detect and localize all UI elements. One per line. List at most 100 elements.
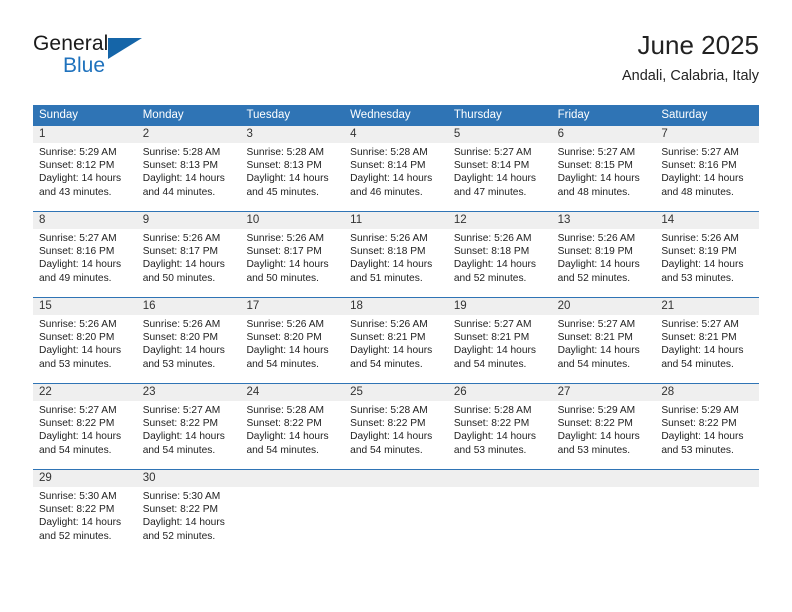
day-cell[interactable]: 22 Sunrise: 5:27 AM Sunset: 8:22 PM Dayl… [33,384,137,469]
daylight-text-line2: and 52 minutes. [557,272,631,284]
day-cell[interactable]: 20 Sunrise: 5:27 AM Sunset: 8:21 PM Dayl… [551,298,656,383]
day-cell[interactable]: 28 Sunrise: 5:29 AM Sunset: 8:22 PM Dayl… [655,384,760,469]
day-cell[interactable]: 2 Sunrise: 5:28 AM Sunset: 8:13 PM Dayli… [136,126,241,211]
sunrise-text: Sunrise: 5:27 AM [661,319,739,330]
sunset-text: Sunset: 8:22 PM [246,418,322,430]
day-number-band: 3 [240,126,345,143]
sunrise-text: Sunrise: 5:26 AM [350,233,428,244]
day-number-band: 20 [551,298,656,315]
day-cell[interactable]: 9 Sunrise: 5:26 AM Sunset: 8:17 PM Dayli… [136,212,241,297]
daylight-text-line2: and 48 minutes. [661,186,734,198]
day-cell[interactable]: 10 Sunrise: 5:26 AM Sunset: 8:17 PM Dayl… [240,212,345,297]
daylight-text-line1: Daylight: 14 hours [557,345,640,357]
sunset-text: Sunset: 8:21 PM [661,332,737,344]
day-cell[interactable]: 15 Sunrise: 5:26 AM Sunset: 8:20 PM Dayl… [33,298,137,383]
day-info: Sunrise: 5:26 AM Sunset: 8:17 PM Dayligh… [137,229,241,297]
day-number-band: 5 [447,126,552,143]
daylight-text-line2: and 51 minutes. [350,272,423,284]
day-number-band: 19 [447,298,552,315]
sunrise-text: Sunrise: 5:26 AM [661,233,739,244]
week-row: 15 Sunrise: 5:26 AM Sunset: 8:20 PM Dayl… [33,297,760,383]
day-number: 3 [246,128,253,140]
day-cell[interactable]: 4 Sunrise: 5:28 AM Sunset: 8:14 PM Dayli… [344,126,448,211]
sunrise-text: Sunrise: 5:27 AM [557,147,636,158]
sunset-text: Sunset: 8:21 PM [350,332,426,344]
day-info: Sunrise: 5:27 AM Sunset: 8:22 PM Dayligh… [137,401,241,469]
day-cell[interactable]: 23 Sunrise: 5:27 AM Sunset: 8:22 PM Dayl… [136,384,241,469]
day-info: Sunrise: 5:30 AM Sunset: 8:22 PM Dayligh… [137,487,241,555]
daylight-text-line2: and 48 minutes. [557,186,631,198]
day-info: Sunrise: 5:27 AM Sunset: 8:15 PM Dayligh… [552,143,656,211]
day-cell[interactable]: 1 Sunrise: 5:29 AM Sunset: 8:12 PM Dayli… [33,126,137,211]
day-cell[interactable]: 21 Sunrise: 5:27 AM Sunset: 8:21 PM Dayl… [655,298,760,383]
sunrise-text: Sunrise: 5:28 AM [350,147,428,158]
sunrise-text: Sunrise: 5:26 AM [453,233,532,244]
day-number: 20 [557,300,571,312]
day-cell[interactable]: 7 Sunrise: 5:27 AM Sunset: 8:16 PM Dayli… [655,126,760,211]
daylight-text-line1: Daylight: 14 hours [39,517,122,529]
sunset-text: Sunset: 8:17 PM [142,246,219,258]
day-cell[interactable]: 30 Sunrise: 5:30 AM Sunset: 8:22 PM Dayl… [136,470,241,555]
day-cell[interactable]: 16 Sunrise: 5:26 AM Sunset: 8:20 PM Dayl… [136,298,241,383]
week-row: 22 Sunrise: 5:27 AM Sunset: 8:22 PM Dayl… [33,383,760,469]
day-cell[interactable]: 6 Sunrise: 5:27 AM Sunset: 8:15 PM Dayli… [551,126,656,211]
day-cell[interactable]: 18 Sunrise: 5:26 AM Sunset: 8:21 PM Dayl… [344,298,448,383]
day-cell[interactable]: 29 Sunrise: 5:30 AM Sunset: 8:22 PM Dayl… [33,470,137,555]
weekday-header-monday: Monday [142,109,184,121]
day-cell[interactable]: 5 Sunrise: 5:27 AM Sunset: 8:14 PM Dayli… [447,126,552,211]
page-header: General Blue June 2025 Andali, Calabria,… [33,28,759,96]
weekday-header-sunday: Sunday [39,109,79,121]
week-row: 29 Sunrise: 5:30 AM Sunset: 8:22 PM Dayl… [33,469,760,555]
week-body: 22 Sunrise: 5:27 AM Sunset: 8:22 PM Dayl… [33,384,760,469]
daylight-text-line1: Daylight: 14 hours [453,259,536,271]
day-number: 18 [350,300,363,312]
day-info: Sunrise: 5:26 AM Sunset: 8:20 PM Dayligh… [33,315,137,383]
sunset-text: Sunset: 8:13 PM [142,160,219,172]
day-cell[interactable]: 19 Sunrise: 5:27 AM Sunset: 8:21 PM Dayl… [447,298,552,383]
day-number: 30 [142,472,156,484]
sunset-text: Sunset: 8:22 PM [142,504,219,516]
sunset-text: Sunset: 8:22 PM [39,504,115,516]
day-cell[interactable]: 3 Sunrise: 5:28 AM Sunset: 8:13 PM Dayli… [240,126,345,211]
day-number-band [447,470,552,487]
sunrise-text: Sunrise: 5:26 AM [142,233,221,244]
sunset-text: Sunset: 8:20 PM [39,332,115,344]
day-number-band: 18 [344,298,448,315]
day-number: 23 [142,386,156,398]
day-number-band: 29 [33,470,137,487]
daylight-text-line1: Daylight: 14 hours [142,345,225,357]
day-cell[interactable]: 12 Sunrise: 5:26 AM Sunset: 8:18 PM Dayl… [447,212,552,297]
day-number: 4 [350,128,357,140]
day-cell[interactable]: 25 Sunrise: 5:28 AM Sunset: 8:22 PM Dayl… [344,384,448,469]
daylight-text-line2: and 54 minutes. [350,358,423,370]
day-cell[interactable]: 14 Sunrise: 5:26 AM Sunset: 8:19 PM Dayl… [655,212,760,297]
sunset-text: Sunset: 8:18 PM [453,246,530,258]
daylight-text-line1: Daylight: 14 hours [246,259,329,271]
day-number: 26 [453,386,467,398]
day-number-band: 8 [33,212,137,229]
day-cell[interactable]: 8 Sunrise: 5:27 AM Sunset: 8:16 PM Dayli… [33,212,137,297]
day-number: 17 [246,300,260,312]
day-cell[interactable]: 11 Sunrise: 5:26 AM Sunset: 8:18 PM Dayl… [344,212,448,297]
sunrise-text: Sunrise: 5:30 AM [39,491,117,502]
sunrise-text: Sunrise: 5:28 AM [350,405,428,416]
day-cell[interactable]: 26 Sunrise: 5:28 AM Sunset: 8:22 PM Dayl… [447,384,552,469]
day-info: Sunrise: 5:28 AM Sunset: 8:22 PM Dayligh… [344,401,448,469]
day-cell-empty [344,470,448,555]
day-cell[interactable]: 24 Sunrise: 5:28 AM Sunset: 8:22 PM Dayl… [240,384,345,469]
day-number: 8 [39,214,46,226]
daylight-text-line1: Daylight: 14 hours [557,173,640,185]
day-cell-empty [240,470,345,555]
day-cell-empty [655,470,760,555]
day-cell[interactable]: 13 Sunrise: 5:26 AM Sunset: 8:19 PM Dayl… [551,212,656,297]
daylight-text-line1: Daylight: 14 hours [246,431,329,443]
day-number: 1 [39,128,46,140]
page-title: June 2025 [637,30,759,60]
day-number-band: 4 [344,126,448,143]
day-info [655,487,759,555]
daylight-text-line2: and 54 minutes. [557,358,631,370]
daylight-text-line2: and 53 minutes. [142,358,216,370]
day-number-band: 30 [136,470,241,487]
day-cell[interactable]: 27 Sunrise: 5:29 AM Sunset: 8:22 PM Dayl… [551,384,656,469]
day-cell[interactable]: 17 Sunrise: 5:26 AM Sunset: 8:20 PM Dayl… [240,298,345,383]
